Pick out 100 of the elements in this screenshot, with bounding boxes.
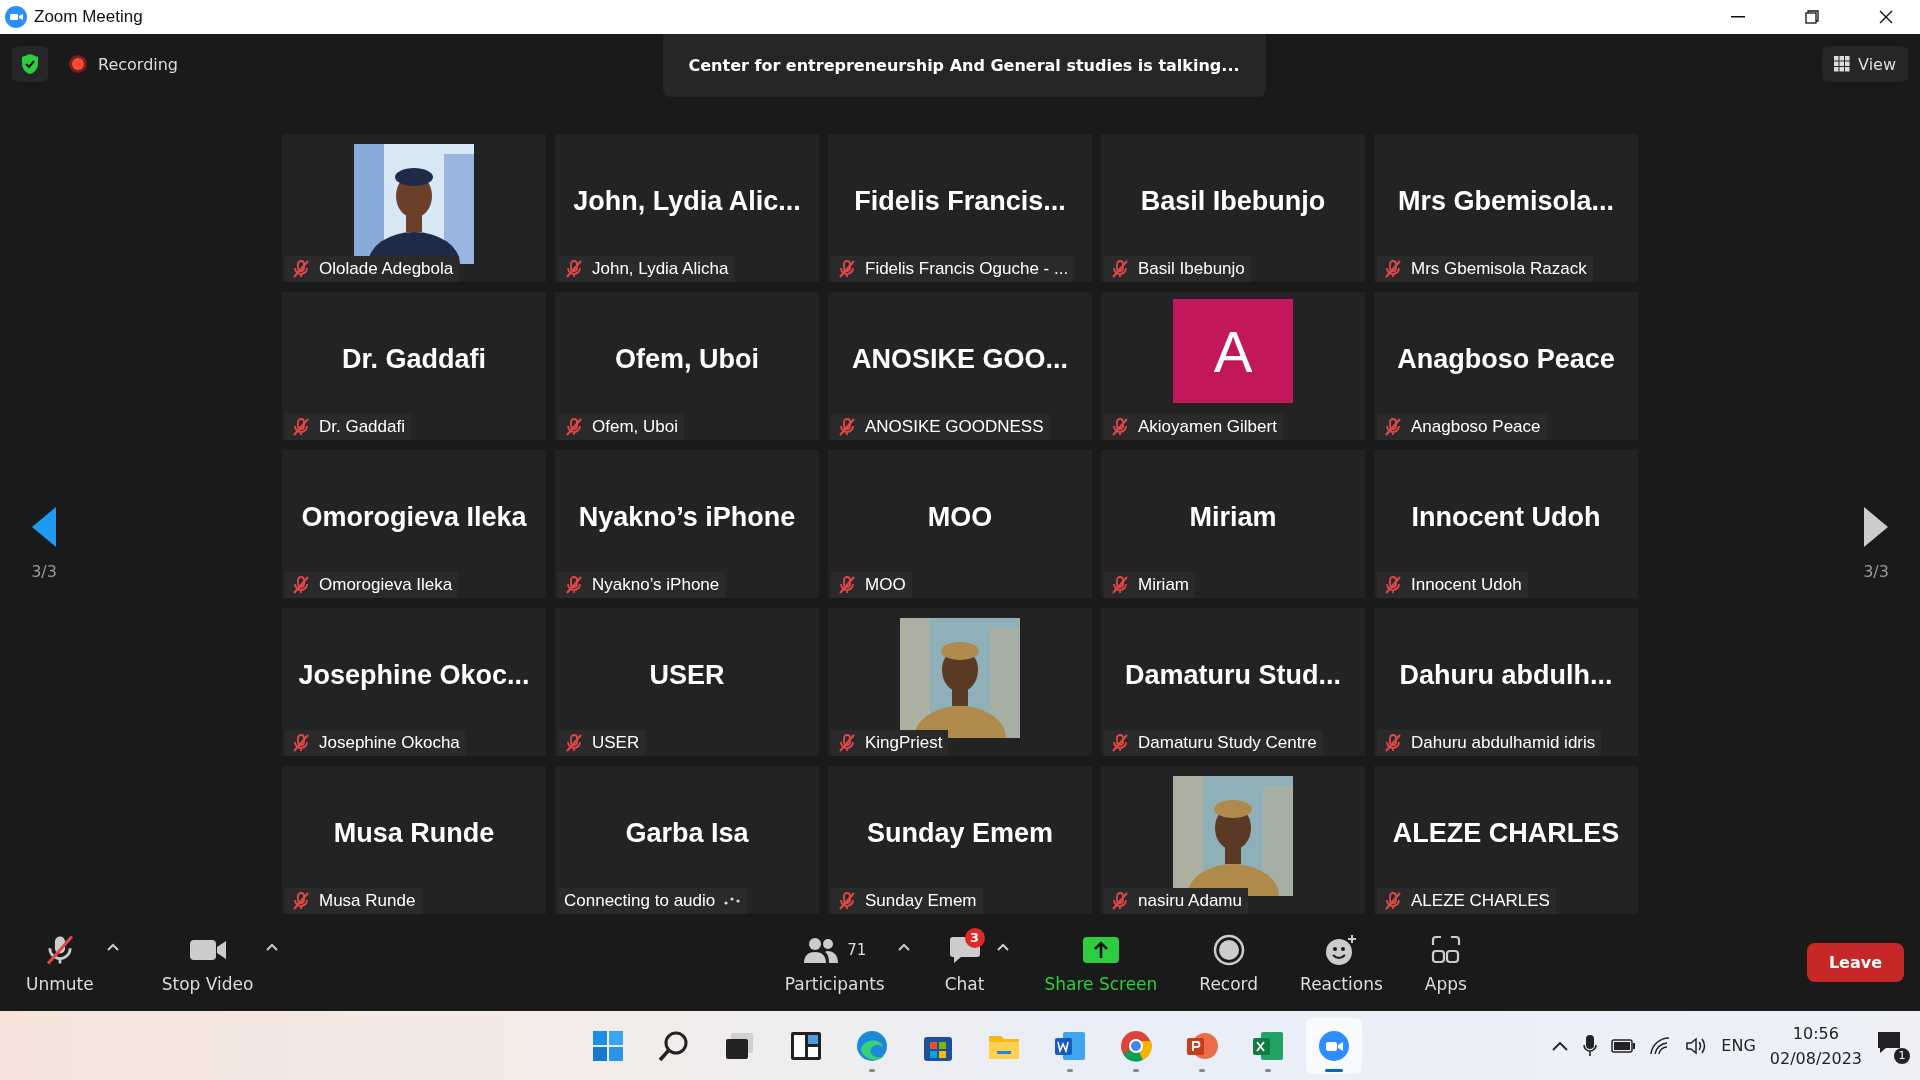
participants-button[interactable]: 71 Participants	[774, 925, 895, 1000]
muted-mic-icon	[1110, 891, 1130, 911]
unmute-button[interactable]: Unmute	[16, 925, 104, 1000]
participant-tile[interactable]: Garba Isa Connecting to audio	[555, 766, 819, 914]
avatar-initial: A	[1173, 299, 1293, 403]
participant-name: Josephine Okoc...	[298, 659, 530, 691]
participant-caption: Josephine Okocha	[319, 733, 460, 753]
window-title: Zoom Meeting	[34, 7, 144, 27]
participant-caption: Fidelis Francis Oguche - ...	[865, 259, 1069, 279]
muted-mic-icon	[1110, 259, 1130, 279]
previous-page-arrow[interactable]	[31, 506, 57, 548]
participant-caption: MOO	[865, 575, 906, 595]
clock-time[interactable]: 10:56	[1792, 1023, 1839, 1043]
muted-mic-icon	[837, 259, 857, 279]
chat-button[interactable]: 3 Chat	[934, 925, 995, 1000]
participant-tile[interactable]: Ololade Adegbola	[282, 134, 546, 282]
participant-tile[interactable]: USER USER	[555, 608, 819, 756]
participant-tile[interactable]: Ofem, Uboi Ofem, Uboi	[555, 292, 819, 440]
running-indicator	[1133, 1068, 1139, 1072]
participant-tile[interactable]: KingPriest	[828, 608, 1092, 756]
muted-mic-icon	[291, 259, 311, 279]
participant-tile[interactable]: MOO MOO	[828, 450, 1092, 598]
participant-tile[interactable]: Dahuru abdulh... Dahuru abdulhamid idris	[1374, 608, 1638, 756]
restore-icon	[1805, 10, 1819, 24]
apps-button[interactable]: Apps	[1414, 925, 1477, 1000]
participant-tile[interactable]: Innocent Udoh Innocent Udoh	[1374, 450, 1638, 598]
running-indicator	[869, 1068, 875, 1072]
participant-name: ALEZE CHARLES	[1392, 817, 1620, 849]
video-call-app-icon	[1317, 1028, 1351, 1063]
participant-tile[interactable]: Josephine Okoc... Josephine Okocha	[282, 608, 546, 756]
battery-icon[interactable]	[1611, 1038, 1636, 1053]
participant-caption: Connecting to audio	[564, 891, 716, 911]
notifications-button[interactable]: 1	[1876, 1029, 1908, 1062]
participant-tile[interactable]: Musa Runde Musa Runde	[282, 766, 546, 914]
muted-mic-icon	[1383, 575, 1403, 595]
smiley-plus-icon	[1324, 933, 1359, 966]
participant-tile[interactable]: Basil Ibebunjo Basil Ibebunjo	[1101, 134, 1365, 282]
participant-tile[interactable]: John, Lydia Alic... John, Lydia Alicha	[555, 134, 819, 282]
next-page-arrow[interactable]	[1863, 506, 1889, 548]
participant-caption: Anagboso Peace	[1411, 417, 1541, 437]
recording-dot-icon	[68, 54, 88, 74]
record-button[interactable]: Record	[1189, 925, 1269, 1000]
participant-tile[interactable]: Miriam Miriam	[1101, 450, 1365, 598]
muted-mic-icon	[1383, 417, 1403, 437]
reactions-button[interactable]: Reactions	[1290, 925, 1393, 1000]
participant-tile[interactable]: Anagboso Peace Anagboso Peace	[1374, 292, 1638, 440]
muted-mic-icon	[837, 417, 857, 437]
running-indicator	[1199, 1068, 1205, 1072]
participant-tile[interactable]: A Akioyamen Gilbert	[1101, 292, 1365, 440]
muted-mic-icon	[1383, 259, 1403, 279]
participant-tile[interactable]: Damaturu Stud... Damaturu Study Centre	[1101, 608, 1365, 756]
language-indicator[interactable]: ENG	[1721, 1036, 1756, 1055]
caret-icon	[896, 941, 911, 952]
participant-caption: Musa Runde	[319, 891, 416, 911]
participant-caption: Mrs Gbemisola Razack	[1411, 259, 1587, 279]
share-screen-icon	[1081, 935, 1120, 964]
participant-tile[interactable]: Sunday Emem Sunday Emem	[828, 766, 1092, 914]
view-button[interactable]: View	[1822, 46, 1908, 82]
participant-caption: Dr. Gaddafi	[319, 417, 405, 437]
microphone-icon[interactable]	[1583, 1033, 1598, 1058]
leave-button[interactable]: Leave	[1806, 943, 1904, 982]
speaker-icon[interactable]	[1685, 1035, 1708, 1056]
participant-caption: Miriam	[1138, 575, 1189, 595]
participant-tile[interactable]: nasiru Adamu	[1101, 766, 1365, 914]
participant-name: Innocent Udoh	[1411, 501, 1601, 533]
muted-mic-icon	[291, 575, 311, 595]
windows-start-icon	[591, 1028, 625, 1063]
participant-tile[interactable]: ANOSIKE GOO... ANOSIKE GOODNESS	[828, 292, 1092, 440]
running-indicator	[1067, 1068, 1073, 1072]
unread-badge: 3	[964, 927, 985, 948]
participant-tile[interactable]: Dr. Gaddafi Dr. Gaddafi	[282, 292, 546, 440]
caret-icon	[105, 941, 120, 952]
participant-tile[interactable]: Fidelis Francis... Fidelis Francis Oguche - ...	[828, 134, 1092, 282]
participant-caption: ANOSIKE GOODNESS	[865, 417, 1044, 437]
apps-icon	[1430, 934, 1461, 965]
participant-name: Ofem, Uboi	[615, 343, 759, 375]
wifi-icon[interactable]	[1649, 1035, 1672, 1056]
recording-label: Recording	[98, 54, 179, 74]
app-logo-icon	[4, 5, 28, 29]
muted-mic-icon	[564, 259, 584, 279]
stop-video-button[interactable]: Stop Video	[151, 925, 264, 1000]
caret-icon	[265, 941, 280, 952]
participant-name: Fidelis Francis...	[854, 185, 1066, 217]
participant-tile[interactable]: Mrs Gbemisola... Mrs Gbemisola Razack	[1374, 134, 1638, 282]
browser-icon	[855, 1028, 889, 1063]
participant-name: Garba Isa	[625, 817, 749, 849]
share-button[interactable]: Share Screen	[1034, 925, 1168, 1000]
security-shield-icon[interactable]	[12, 46, 48, 82]
muted-mic-icon	[564, 733, 584, 753]
participant-name: Nyakno’s iPhone	[578, 501, 796, 533]
participant-caption: Innocent Udoh	[1411, 575, 1522, 595]
participant-tile[interactable]: Omorogieva Ileka Omorogieva Ileka	[282, 450, 546, 598]
participant-count: 71	[847, 940, 867, 959]
muted-mic-icon	[291, 417, 311, 437]
participant-tile[interactable]: Nyakno’s iPhone Nyakno’s iPhone	[555, 450, 819, 598]
chevron-up-icon[interactable]	[1551, 1039, 1570, 1052]
participant-tile[interactable]: ALEZE CHARLES ALEZE CHARLES	[1374, 766, 1638, 914]
participant-name: Dahuru abdulh...	[1399, 659, 1613, 691]
record-icon	[1212, 933, 1245, 966]
clock-date[interactable]: 02/08/2023	[1769, 1048, 1862, 1068]
